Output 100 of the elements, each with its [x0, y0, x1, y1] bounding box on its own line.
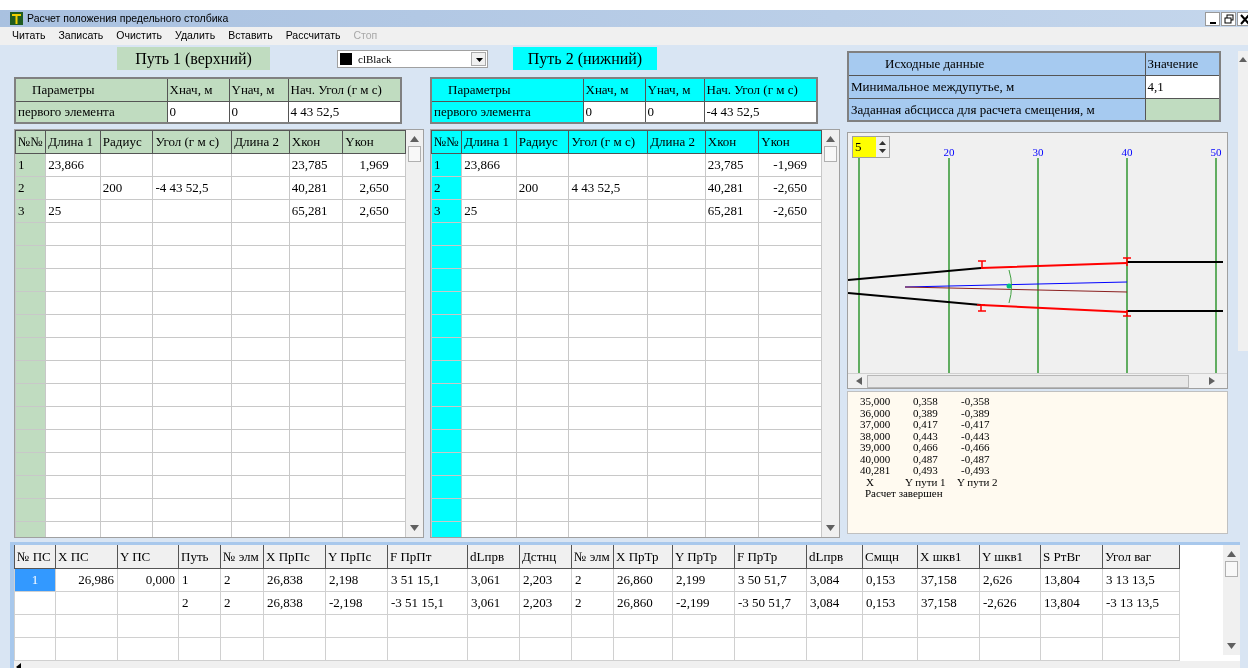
log-legend: Y пути 1: [905, 476, 957, 488]
table-cell[interactable]: 3,084: [806, 568, 863, 591]
table-cell[interactable]: 3 51 15,1: [387, 568, 468, 591]
table-cell[interactable]: -2,198: [325, 591, 388, 614]
column-header: Радиус: [516, 130, 569, 154]
column-header: Xнач, м: [583, 78, 645, 101]
log-value: -0,493: [961, 465, 991, 477]
scroll-down-icon[interactable]: [826, 525, 835, 531]
scroll-up-icon[interactable]: [1227, 551, 1236, 557]
column-header: №№: [15, 130, 46, 154]
horizontal-scrollbar[interactable]: [848, 373, 1227, 388]
scroll-down-icon[interactable]: [1227, 643, 1236, 649]
track-title: Путь 2 (нижний): [513, 47, 657, 70]
menu-item[interactable]: Записать: [58, 28, 104, 44]
scroll-up-icon[interactable]: [1239, 57, 1247, 62]
column-header: Y шкв1: [979, 545, 1041, 568]
color-dropdown[interactable]: clBlack: [337, 50, 488, 68]
column-header: Смщн: [862, 545, 918, 568]
scroll-left-icon[interactable]: [16, 662, 21, 668]
table-cell[interactable]: 26,860: [613, 591, 673, 614]
table-cell[interactable]: 2: [178, 591, 221, 614]
column-header: Y ПрТр: [672, 545, 735, 568]
column-header: Y ПрПс: [325, 545, 388, 568]
log-value: 35,000: [860, 396, 892, 408]
minimize-icon[interactable]: [1205, 11, 1220, 26]
scrollbar[interactable]: [406, 130, 423, 537]
log-value: 0,466: [913, 442, 939, 454]
scroll-up-icon[interactable]: [410, 136, 419, 142]
column-header: Параметры: [431, 78, 583, 101]
log-legend: X: [860, 476, 905, 488]
table-cell[interactable]: 37,158: [917, 591, 980, 614]
table-cell[interactable]: 2,198: [325, 568, 388, 591]
table-cell[interactable]: 2: [220, 591, 264, 614]
column-header: № ПС: [14, 545, 56, 568]
table-cell[interactable]: 3 50 51,7: [734, 568, 807, 591]
table-cell[interactable]: -3 13 13,5: [1102, 591, 1180, 614]
table-cell[interactable]: 0,000: [117, 568, 179, 591]
table-cell[interactable]: 26,860: [613, 568, 673, 591]
log-value: -0,417: [961, 419, 991, 431]
log-value: 40,281: [860, 465, 892, 477]
table-cell[interactable]: 2,199: [672, 568, 735, 591]
table-cell[interactable]: -2,626: [979, 591, 1041, 614]
scroll-up-icon[interactable]: [826, 136, 835, 142]
menu-item[interactable]: Очистить: [116, 28, 163, 44]
spin-arrows-icon[interactable]: [876, 137, 889, 157]
table-cell[interactable]: 2: [571, 568, 614, 591]
menu-item[interactable]: Удалить: [175, 28, 216, 44]
table-cell[interactable]: -3 50 51,7: [734, 591, 807, 614]
table-cell[interactable]: 2,626: [979, 568, 1041, 591]
table-cell[interactable]: 3,084: [806, 591, 863, 614]
table-cell[interactable]: 0,153: [862, 591, 918, 614]
table-cell[interactable]: 3,061: [467, 591, 520, 614]
column-header: Радиус: [100, 130, 153, 154]
scroll-thumb[interactable]: [824, 146, 837, 162]
table-cell[interactable]: 3,061: [467, 568, 520, 591]
scale-spinner[interactable]: 5: [852, 136, 890, 158]
table-cell[interactable]: 26,986: [55, 568, 118, 591]
column-header: Нач. Угол (г м с): [704, 78, 817, 101]
column-header: dLпрв: [467, 545, 520, 568]
column-header: Yкон: [342, 130, 406, 154]
scrollbar[interactable]: [822, 130, 839, 537]
column-header: Y ПС: [117, 545, 179, 568]
log-value: -0,487: [961, 453, 991, 465]
menu-item[interactable]: Читать: [12, 28, 46, 44]
row-number: 3: [15, 199, 46, 223]
menu-item[interactable]: Вставить: [228, 28, 273, 44]
horizontal-scrollbar[interactable]: [14, 660, 1240, 668]
scrollbar[interactable]: [1223, 545, 1240, 655]
menu-item[interactable]: Рассчитать: [285, 28, 341, 44]
track-title: Путь 1 (верхний): [117, 47, 270, 70]
column-header: Длина 2: [647, 130, 706, 154]
table-cell[interactable]: 0,153: [862, 568, 918, 591]
table-cell[interactable]: 26,838: [263, 591, 326, 614]
column-header: dLпрв: [806, 545, 863, 568]
scroll-down-icon[interactable]: [410, 525, 419, 531]
column-header: X ПрТр: [613, 545, 673, 568]
scroll-thumb[interactable]: [408, 146, 421, 162]
table-cell[interactable]: 13,804: [1040, 568, 1103, 591]
table-cell[interactable]: 2,203: [519, 591, 572, 614]
scroll-thumb[interactable]: [867, 374, 1189, 388]
table-cell[interactable]: 3 13 13,5: [1102, 568, 1180, 591]
column-header: Параметры: [15, 78, 167, 101]
table-cell[interactable]: 26,838: [263, 568, 326, 591]
table-cell[interactable]: 2,203: [519, 568, 572, 591]
column-header: X ПрПс: [263, 545, 326, 568]
table-cell[interactable]: 37,158: [917, 568, 980, 591]
table-cell[interactable]: 2: [571, 591, 614, 614]
table-cell[interactable]: 13,804: [1040, 591, 1103, 614]
scrollbar[interactable]: [1238, 51, 1248, 351]
restore-icon[interactable]: [1221, 11, 1236, 26]
table-cell[interactable]: -3 51 15,1: [387, 591, 468, 614]
close-icon[interactable]: [1237, 11, 1248, 26]
scroll-right-icon[interactable]: [1209, 377, 1215, 385]
table-cell[interactable]: [14, 591, 56, 614]
table-cell[interactable]: 1: [178, 568, 221, 591]
row-header: первого элемента: [15, 101, 167, 123]
table-cell[interactable]: 2: [220, 568, 264, 591]
table-cell[interactable]: -2,199: [672, 591, 735, 614]
log-value: 0,358: [913, 396, 939, 408]
scroll-thumb[interactable]: [1225, 561, 1238, 577]
